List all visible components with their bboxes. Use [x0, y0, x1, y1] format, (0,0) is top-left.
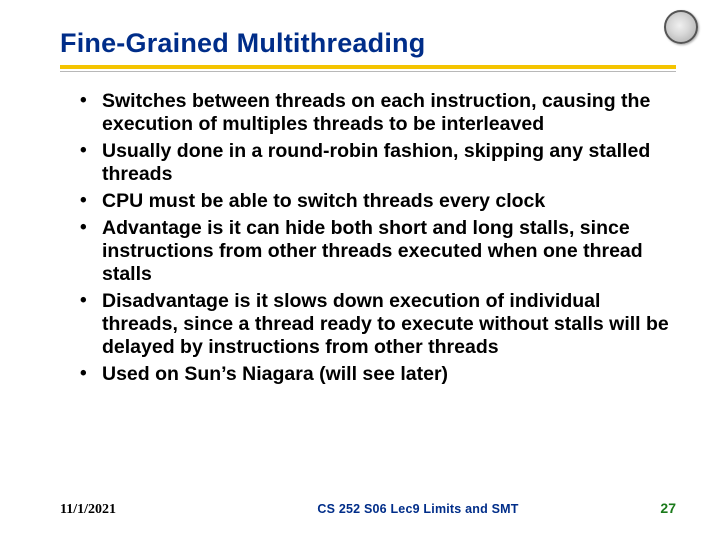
divider-yellow: [60, 65, 676, 69]
bullet-item: Disadvantage is it slows down execution …: [74, 290, 676, 359]
bullet-item: Switches between threads on each instruc…: [74, 90, 676, 136]
divider-gray: [60, 71, 676, 72]
bullet-item: Advantage is it can hide both short and …: [74, 217, 676, 286]
bullet-item: CPU must be able to switch threads every…: [74, 190, 676, 213]
footer-course: CS 252 S06 Lec9 Limits and SMT: [220, 502, 616, 516]
seal-icon: [664, 10, 698, 44]
footer-date: 11/1/2021: [60, 502, 220, 518]
title-divider: [60, 65, 676, 72]
slide-title: Fine-Grained Multithreading: [60, 28, 676, 63]
bullet-item: Used on Sun’s Niagara (will see later): [74, 363, 676, 386]
bullet-list: Switches between threads on each instruc…: [60, 90, 676, 386]
slide-number: 27: [616, 500, 676, 516]
slide: Fine-Grained Multithreading Switches bet…: [0, 0, 720, 540]
bullet-item: Usually done in a round-robin fashion, s…: [74, 140, 676, 186]
footer: 11/1/2021 CS 252 S06 Lec9 Limits and SMT…: [60, 500, 676, 518]
